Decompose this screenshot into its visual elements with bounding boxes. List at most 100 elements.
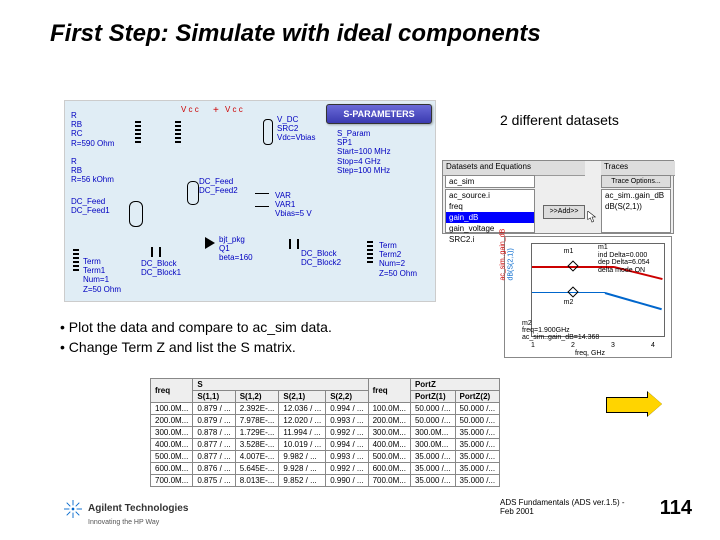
y-axis-right-label: dB(S(2,1)) xyxy=(508,248,515,280)
cell: 8.013E-... xyxy=(235,475,279,487)
cell: 2.392E-... xyxy=(235,403,279,415)
label-vcc1: V c c xyxy=(181,105,199,114)
bullet-list: • Plot the data and compare to ac_sim da… xyxy=(60,318,332,357)
cell: 0.877 / ... xyxy=(193,439,235,451)
comp-r-rc: R RB RC R=590 Ohm xyxy=(71,111,114,148)
resistor-icon xyxy=(135,119,141,143)
xtick: 3 xyxy=(611,342,615,349)
xtick: 2 xyxy=(571,342,575,349)
cell: 0.993 / ... xyxy=(326,415,368,427)
s-matrix-table: freq S freq PortZ S(1,1) S(1,2) S(2,1) S… xyxy=(150,378,500,487)
cell: 300.0M... xyxy=(410,439,455,451)
cell: 0.994 / ... xyxy=(326,439,368,451)
marker-label-m2: m2 xyxy=(564,299,574,306)
cell: 35.000 /... xyxy=(410,451,455,463)
cell: 300.0M... xyxy=(368,427,410,439)
th: S(1,2) xyxy=(235,391,279,403)
cell: 4.007E-... xyxy=(235,451,279,463)
cell: 0.876 / ... xyxy=(193,463,235,475)
th-freq: freq xyxy=(151,379,193,403)
highlight-arrow-icon xyxy=(606,392,662,416)
term-icon xyxy=(367,241,373,263)
cell: 100.0M... xyxy=(151,403,193,415)
comp-term2: Term Term2 Num=2 Z=50 Ohm xyxy=(379,241,417,278)
resistor-icon xyxy=(175,119,181,143)
cell: 0.879 / ... xyxy=(193,415,235,427)
variables-list[interactable]: ac_source.i freq gain_dB gain_voltage SR… xyxy=(445,189,535,233)
comp-bjt: bjt_pkg Q1 beta=160 xyxy=(219,235,253,263)
table-row: 500.0M...0.877 / ...4.007E-...9.982 / ..… xyxy=(151,451,500,463)
cell: 500.0M... xyxy=(368,451,410,463)
cell: 0.990 / ... xyxy=(326,475,368,487)
th: PortZ(1) xyxy=(410,391,455,403)
list-item[interactable]: ac_source.i xyxy=(446,190,534,201)
marker-m2 xyxy=(567,286,578,297)
cell: 0.994 / ... xyxy=(326,403,368,415)
list-item[interactable]: dB(S(2,1)) xyxy=(602,201,670,212)
comp-dcblock2: DC_Block DC_Block2 xyxy=(301,249,341,267)
cell: 700.0M... xyxy=(368,475,410,487)
cell: 9.852 / ... xyxy=(279,475,326,487)
cell: 12.036 / ... xyxy=(279,403,326,415)
page-number: 114 xyxy=(660,497,692,520)
transistor-icon xyxy=(205,237,215,249)
cell: 3.528E-... xyxy=(235,439,279,451)
dataset-dropdown[interactable]: ac_sim xyxy=(445,175,535,188)
cell: 700.0M... xyxy=(151,475,193,487)
list-item-selected[interactable]: gain_dB xyxy=(446,212,534,223)
cell: 400.0M... xyxy=(151,439,193,451)
logo-text: Agilent Technologies xyxy=(88,503,188,514)
cell: 50.000 /... xyxy=(410,403,455,415)
table-row: 100.0M...0.879 / ...2.392E-...12.036 / .… xyxy=(151,403,500,415)
cell: 0.992 / ... xyxy=(326,463,368,475)
footer-text: ADS Fundamentals (ADS ver.1.5) - Feb 200… xyxy=(500,498,640,516)
list-item[interactable]: gain_voltage xyxy=(446,223,534,234)
label-plus: + xyxy=(213,105,219,117)
comp-r-56k: R RB R=56 kOhm xyxy=(71,157,114,185)
traces-list[interactable]: ac_sim..gain_dB dB(S(2,1)) xyxy=(601,189,671,233)
cell: 50.000 /... xyxy=(410,415,455,427)
slide-title: First Step: Simulate with ideal componen… xyxy=(50,20,541,48)
list-item[interactable]: ac_sim..gain_dB xyxy=(602,190,670,201)
cell: 0.993 / ... xyxy=(326,451,368,463)
xtick: 1 xyxy=(531,342,535,349)
cell: 0.877 / ... xyxy=(193,451,235,463)
x-axis-label: freq, GHz xyxy=(575,350,605,357)
bullet-2: • Change Term Z and list the S matrix. xyxy=(60,338,332,358)
cell: 35.000 /... xyxy=(410,463,455,475)
cell: 0.992 / ... xyxy=(326,427,368,439)
panel-heading-left: Datasets and Equations xyxy=(443,161,585,176)
marker-m1 xyxy=(567,261,578,272)
datasets-panel: Datasets and Equations Traces ac_sim Tra… xyxy=(442,160,674,234)
cell: 35.000 /... xyxy=(455,451,500,463)
cap-icon xyxy=(289,239,299,249)
th: S(2,2) xyxy=(326,391,368,403)
cell: 0.875 / ... xyxy=(193,475,235,487)
xtick: 4 xyxy=(651,342,655,349)
cell: 9.982 / ... xyxy=(279,451,326,463)
marker-label-m1: m1 xyxy=(564,248,574,255)
add-button[interactable]: >>Add>> xyxy=(543,205,585,219)
cell: 35.000 /... xyxy=(455,463,500,475)
agilent-logo-icon xyxy=(64,500,82,518)
comp-sparam: S_Param SP1 Start=100 MHz Stop=4 GHz Ste… xyxy=(337,129,391,175)
cell: 100.0M... xyxy=(368,403,410,415)
th: S(2,1) xyxy=(279,391,326,403)
cell: 600.0M... xyxy=(151,463,193,475)
table-row: 600.0M...0.876 / ...5.645E-...9.928 / ..… xyxy=(151,463,500,475)
cell: 0.879 / ... xyxy=(193,403,235,415)
term-icon xyxy=(73,249,79,271)
datasets-caption: 2 different datasets xyxy=(500,112,619,128)
dataset-name: ac_sim xyxy=(446,176,534,187)
cell: 35.000 /... xyxy=(455,427,500,439)
cell: 35.000 /... xyxy=(410,475,455,487)
cursor-icon xyxy=(587,211,597,223)
th-group-s: S xyxy=(193,379,368,391)
cell: 500.0M... xyxy=(151,451,193,463)
table-row: 300.0M...0.878 / ...1.729E-...11.994 / .… xyxy=(151,427,500,439)
trace-options-button[interactable]: Trace Options... xyxy=(601,175,671,188)
table-row: 200.0M...0.879 / ...7.978E-...12.020 / .… xyxy=(151,415,500,427)
logo-subtext: Innovating the HP Way xyxy=(88,519,159,526)
list-item[interactable]: freq xyxy=(446,201,534,212)
comp-vdc: V_DC SRC2 Vdc=Vbias xyxy=(277,115,315,143)
